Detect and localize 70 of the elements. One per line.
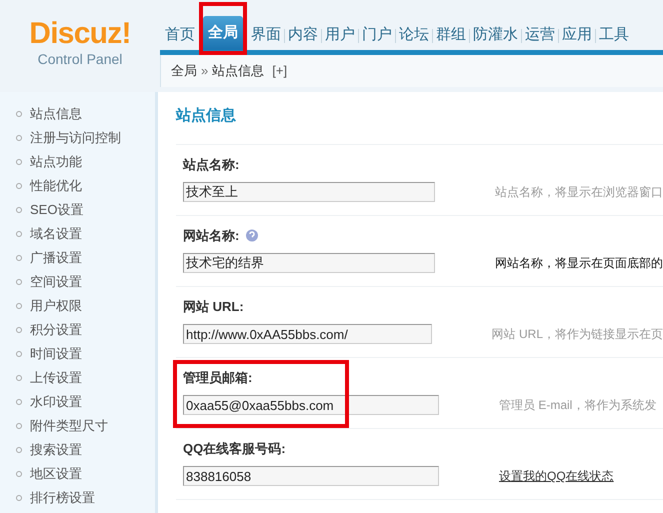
- sidebar-item[interactable]: 上传设置: [30, 368, 82, 388]
- page-title: 站点信息: [176, 106, 237, 126]
- sidebar-item[interactable]: 用户权限: [30, 296, 82, 316]
- bullet-icon: [16, 423, 22, 429]
- bullet-icon: [16, 279, 22, 285]
- sidebar-item[interactable]: SEO设置: [30, 200, 84, 220]
- field-description: 网站 URL，将作为链接显示在页: [492, 326, 663, 343]
- sidebar-item[interactable]: 站点功能: [30, 152, 82, 172]
- breadcrumb-separator: »: [201, 62, 208, 80]
- nav-tab[interactable]: 防灌水: [470, 22, 521, 50]
- sidebar-item[interactable]: 性能优化: [30, 176, 82, 196]
- bullet-icon: [16, 399, 22, 405]
- bullet-icon: [16, 183, 22, 189]
- nav-tab[interactable]: 运营: [522, 22, 558, 50]
- bullet-icon: [16, 327, 22, 333]
- sidebar-item[interactable]: 广播设置: [30, 248, 82, 268]
- nav-tab[interactable]: 工具: [596, 22, 632, 50]
- bullet-icon: [16, 303, 22, 309]
- breadcrumb-item[interactable]: 全局: [171, 61, 197, 81]
- sidebar-item[interactable]: 搜索设置: [30, 440, 82, 460]
- field-description: 站点名称，将显示在浏览器窗口: [495, 184, 663, 201]
- field-label: 网站名称:: [183, 227, 240, 246]
- text-field[interactable]: 技术宅的结界: [183, 253, 435, 273]
- field-description: 网站名称，将显示在页面底部的: [495, 255, 663, 272]
- field-label: QQ在线客服号码:: [183, 440, 286, 458]
- add-shortcut-link[interactable]: [+]: [272, 61, 288, 81]
- sidebar-item[interactable]: 地区设置: [30, 464, 82, 484]
- breadcrumb-item: 站点信息: [212, 62, 264, 80]
- text-field[interactable]: 技术至上: [183, 182, 435, 202]
- highlight-frame: [199, 2, 247, 55]
- bullet-icon: [16, 207, 22, 213]
- logo-text: Discuz!: [29, 18, 131, 50]
- sidebar-item[interactable]: 注册与访问控制: [30, 128, 121, 148]
- sidebar-item[interactable]: 排行榜设置: [30, 488, 95, 508]
- nav-tab[interactable]: 应用: [559, 22, 595, 50]
- text-field[interactable]: 0xaa55@0xaa55bbs.com: [183, 395, 439, 415]
- sidebar-item[interactable]: 积分设置: [30, 320, 82, 340]
- nav-tab[interactable]: 全局: [203, 16, 243, 50]
- bullet-icon: [16, 231, 22, 237]
- field-label: 管理员邮箱:: [183, 369, 252, 388]
- bullet-icon: [16, 351, 22, 357]
- text-field[interactable]: 838816058: [183, 466, 439, 486]
- nav-tab[interactable]: 界面: [248, 22, 284, 50]
- field-label: 站点名称:: [183, 156, 240, 174]
- bullet-icon: [16, 495, 22, 501]
- bullet-icon: [16, 255, 22, 261]
- sidebar-item[interactable]: 附件类型尺寸: [30, 416, 108, 436]
- sidebar-item[interactable]: 空间设置: [30, 272, 82, 292]
- nav-tab[interactable]: 用户: [322, 22, 358, 50]
- nav-tab[interactable]: 群组: [433, 22, 469, 50]
- field-label: 网站 URL:: [183, 298, 244, 316]
- text-field[interactable]: http://www.0xAA55bbs.com/: [183, 324, 432, 344]
- sidebar-item[interactable]: 站点信息: [30, 104, 82, 124]
- bullet-icon: [16, 471, 22, 477]
- bullet-icon: [16, 135, 22, 141]
- bullet-icon: [16, 447, 22, 453]
- bullet-icon: [16, 375, 22, 381]
- nav-tab[interactable]: 论坛: [396, 22, 432, 50]
- field-description: 管理员 E-mail，将作为系统发: [499, 397, 656, 414]
- nav-tab[interactable]: 内容: [285, 22, 321, 50]
- nav-tab[interactable]: 首页: [162, 22, 198, 50]
- bullet-icon: [16, 159, 22, 165]
- logo-subtitle: Control Panel: [38, 50, 122, 68]
- sidebar-item[interactable]: 水印设置: [30, 392, 82, 412]
- bullet-icon: [16, 111, 22, 117]
- sidebar-item[interactable]: 时间设置: [30, 344, 82, 364]
- qq-status-link[interactable]: 设置我的QQ在线状态: [499, 467, 614, 485]
- nav-tab[interactable]: 门户: [359, 22, 395, 50]
- sidebar-item[interactable]: 域名设置: [30, 224, 82, 244]
- help-icon[interactable]: [245, 229, 260, 243]
